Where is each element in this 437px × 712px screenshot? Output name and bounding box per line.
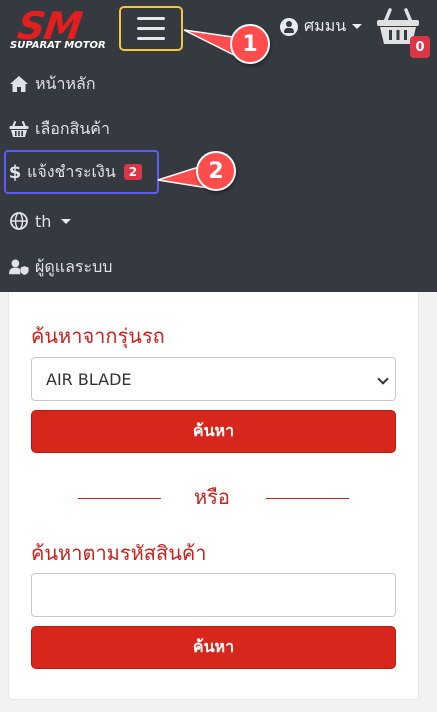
nav-item-payment-notice[interactable]: $ แจ้งชำระเงิน 2: [4, 150, 159, 194]
divider-right: [266, 498, 349, 499]
hamburger-menu-icon[interactable]: [119, 6, 183, 51]
chevron-down-icon: [352, 24, 363, 29]
nav-item-label: ผู้ดูแลระบบ: [35, 256, 113, 276]
globe-icon: [9, 211, 29, 231]
dollar-icon: $: [8, 161, 22, 183]
search-code-button[interactable]: ค้นหา: [31, 626, 396, 669]
user-menu[interactable]: ศมมน: [280, 14, 363, 39]
callout-1-number: 1: [230, 24, 270, 64]
nav-item-label: เลือกสินค้า: [35, 118, 110, 138]
callout-2-number: 2: [196, 151, 236, 191]
basket-icon: [9, 119, 29, 139]
model-select-value: AIR BLADE: [46, 369, 132, 389]
user-circle-icon: [280, 17, 298, 36]
or-label: หรือ: [194, 485, 230, 509]
nav-item-products[interactable]: เลือกสินค้า: [4, 111, 115, 147]
user-shield-icon: [9, 257, 29, 277]
nav-item-label: th: [35, 211, 52, 231]
chevron-down-icon: [61, 218, 72, 224]
model-select[interactable]: AIR BLADE: [31, 357, 396, 401]
user-name: ศมมน: [304, 16, 347, 35]
nav-item-language[interactable]: th: [4, 203, 76, 239]
chevron-down-icon: [377, 373, 389, 385]
home-icon: [9, 74, 29, 94]
divider-left: [78, 498, 161, 499]
nav-item-admin[interactable]: ผู้ดูแลระบบ: [4, 249, 117, 285]
product-code-input[interactable]: [31, 573, 396, 617]
search-by-model-title: ค้นหาจากรุ่นรถ: [31, 324, 165, 348]
search-by-code-title: ค้นหาตามรหัสสินค้า: [31, 541, 207, 565]
brand-logo[interactable]: SM SUPARAT MOTOR: [8, 4, 106, 54]
logo-subtext: SUPARAT MOTOR: [10, 40, 106, 51]
callout-2: 2: [156, 150, 240, 196]
search-model-button[interactable]: ค้นหา: [31, 410, 396, 453]
nav-item-home[interactable]: หน้าหลัก: [4, 66, 101, 102]
cart-count-badge: 0: [410, 36, 430, 58]
callout-1: 1: [180, 22, 274, 68]
payment-count-badge: 2: [123, 164, 143, 180]
cart-button[interactable]: 0: [376, 6, 430, 58]
nav-item-label: หน้าหลัก: [35, 73, 96, 93]
nav-item-label: แจ้งชำระเงิน: [27, 161, 116, 181]
